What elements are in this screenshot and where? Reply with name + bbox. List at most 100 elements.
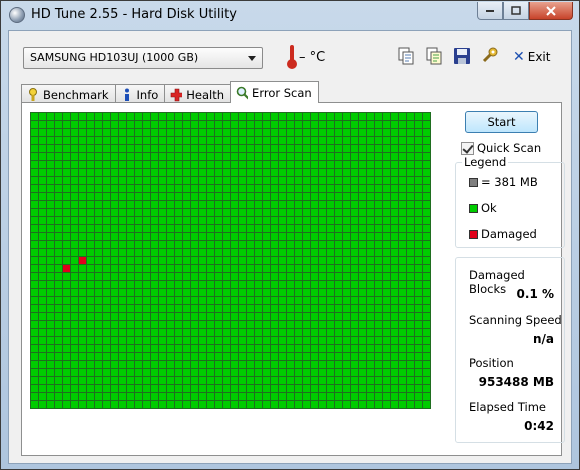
ok-block — [135, 361, 142, 368]
quick-scan-option[interactable]: Quick Scan — [461, 141, 541, 155]
ok-block — [143, 345, 150, 352]
ok-block — [311, 401, 318, 408]
ok-block — [135, 369, 142, 376]
ok-block — [383, 185, 390, 192]
ok-block — [39, 361, 46, 368]
ok-block — [423, 185, 430, 192]
copy-info-icon[interactable] — [423, 45, 445, 67]
copy-icon[interactable] — [395, 45, 417, 67]
tab-benchmark-label: Benchmark — [43, 88, 109, 102]
ok-block — [63, 321, 70, 328]
ok-block — [39, 265, 46, 272]
ok-block — [287, 297, 294, 304]
ok-block — [199, 313, 206, 320]
legend-title: Legend — [462, 155, 509, 169]
ok-block — [287, 257, 294, 264]
ok-block — [151, 393, 158, 400]
ok-block — [423, 353, 430, 360]
ok-block — [47, 281, 54, 288]
ok-block — [367, 313, 374, 320]
ok-block — [295, 129, 302, 136]
ok-block — [151, 337, 158, 344]
ok-block — [183, 217, 190, 224]
save-icon[interactable] — [451, 45, 473, 67]
ok-block — [159, 401, 166, 408]
ok-block — [167, 209, 174, 216]
ok-block — [231, 145, 238, 152]
ok-block — [295, 337, 302, 344]
ok-block — [271, 289, 278, 296]
ok-block — [351, 289, 358, 296]
ok-block — [143, 145, 150, 152]
ok-block — [63, 313, 70, 320]
ok-block — [399, 129, 406, 136]
ok-block — [223, 281, 230, 288]
ok-block — [79, 313, 86, 320]
minimize-button[interactable] — [477, 2, 503, 20]
ok-block — [111, 129, 118, 136]
ok-block — [127, 353, 134, 360]
ok-block — [55, 289, 62, 296]
title-bar[interactable]: HD Tune 2.55 - Hard Disk Utility — [1, 1, 579, 29]
ok-block — [167, 177, 174, 184]
ok-block — [143, 137, 150, 144]
tab-error-scan[interactable]: Error Scan — [230, 81, 319, 103]
ok-block — [223, 289, 230, 296]
ok-block — [119, 281, 126, 288]
ok-block — [335, 337, 342, 344]
ok-block — [335, 289, 342, 296]
close-button[interactable] — [529, 2, 573, 20]
ok-block — [151, 345, 158, 352]
ok-block — [423, 377, 430, 384]
maximize-button[interactable] — [503, 2, 529, 20]
ok-block — [303, 297, 310, 304]
ok-block — [119, 201, 126, 208]
ok-block — [71, 249, 78, 256]
ok-block — [415, 329, 422, 336]
ok-block — [271, 201, 278, 208]
ok-block — [183, 225, 190, 232]
ok-block — [287, 145, 294, 152]
ok-block — [39, 129, 46, 136]
ok-block — [415, 273, 422, 280]
start-button[interactable]: Start — [465, 111, 538, 133]
ok-block — [295, 145, 302, 152]
ok-block — [327, 241, 334, 248]
ok-block — [407, 193, 414, 200]
ok-block — [271, 265, 278, 272]
ok-block — [63, 161, 70, 168]
ok-block — [359, 113, 366, 120]
quick-scan-checkbox[interactable] — [461, 141, 474, 155]
ok-block — [311, 337, 318, 344]
ok-block — [271, 273, 278, 280]
ok-block — [423, 241, 430, 248]
ok-block — [263, 313, 270, 320]
ok-block — [223, 337, 230, 344]
ok-block — [71, 337, 78, 344]
ok-block — [103, 353, 110, 360]
ok-block — [143, 113, 150, 120]
tab-benchmark[interactable]: Benchmark — [21, 84, 116, 103]
ok-block — [135, 209, 142, 216]
app-icon[interactable] — [9, 7, 25, 23]
options-icon[interactable] — [479, 45, 501, 67]
ok-block — [215, 305, 222, 312]
ok-block — [31, 321, 38, 328]
tab-health[interactable]: Health — [164, 84, 232, 103]
exit-button[interactable]: ✕ Exit — [513, 49, 550, 65]
ok-block — [127, 169, 134, 176]
ok-block — [375, 185, 382, 192]
tab-info[interactable]: Info — [114, 84, 166, 103]
ok-block — [71, 121, 78, 128]
ok-block — [191, 313, 198, 320]
ok-block — [191, 385, 198, 392]
ok-block — [263, 129, 270, 136]
ok-block — [359, 321, 366, 328]
ok-block — [167, 169, 174, 176]
ok-block — [191, 329, 198, 336]
ok-block — [271, 393, 278, 400]
ok-block — [303, 401, 310, 408]
ok-block — [383, 153, 390, 160]
drive-select[interactable]: SAMSUNG HD103UJ (1000 GB) — [23, 47, 263, 69]
ok-block — [215, 265, 222, 272]
